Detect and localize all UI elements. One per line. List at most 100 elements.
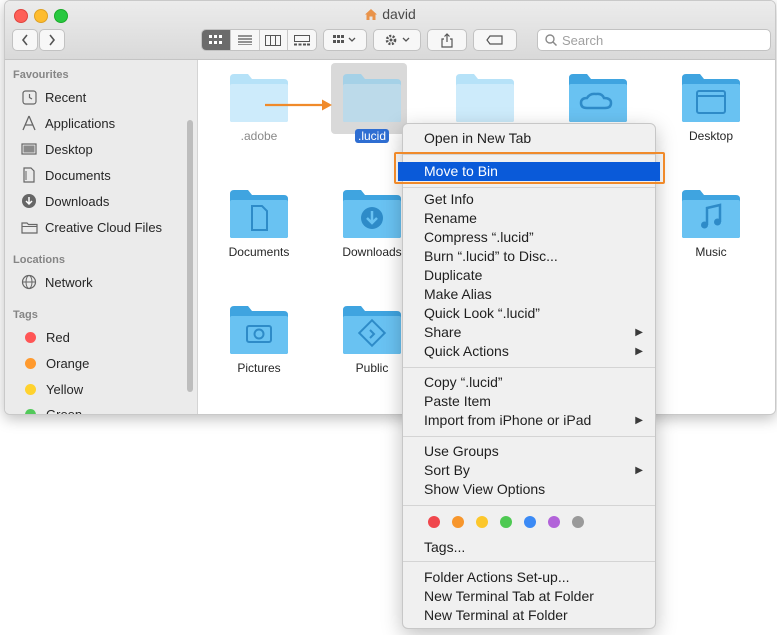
tag-dot-green [25,408,36,414]
menu-item-tags[interactable]: Tags... [403,538,655,557]
sidebar-item-network[interactable]: Network [19,272,93,292]
sidebar-item-applications[interactable]: Applications [19,113,115,133]
view-mode-segmented-control [201,29,317,51]
sidebar-item-label: Desktop [45,141,93,157]
submenu-arrow-icon: ▶ [635,327,643,338]
gallery-view-button[interactable] [288,30,316,50]
context-menu: Open in New Tab Move to Bin Get Info Ren… [398,123,660,629]
sidebar-item-tag-red[interactable]: Red [19,327,70,347]
sidebar-item-label: Green [46,406,83,415]
downloads-folder-icon [343,190,401,238]
gallery-icon [294,34,311,45]
menu-item-copy[interactable]: Copy “.lucid” [403,373,655,392]
sidebar-item-tag-green[interactable]: Green [19,404,83,415]
folder-icon [343,74,401,122]
menu-item-compress[interactable]: Compress “.lucid” [403,228,655,247]
search-placeholder: Search [562,33,604,48]
sidebar-item-label: Creative Cloud Files [45,219,163,235]
sidebar-item-documents[interactable]: Documents [19,165,111,185]
sidebar-item-tag-orange[interactable]: Orange [19,353,89,373]
menu-item-label: Quick Actions [424,343,509,359]
columns-icon [265,34,282,46]
globe-icon [19,274,39,290]
menu-item-folder-actions-setup[interactable]: Folder Actions Set-up... [403,568,655,587]
search-field[interactable]: Search [537,29,771,51]
downloads-icon [19,193,39,209]
icon-view-button[interactable] [202,30,231,50]
sidebar-item-desktop[interactable]: Desktop [19,139,93,159]
menu-separator [403,561,655,562]
sidebar-item-label: Network [45,274,93,290]
tag-color-dot[interactable] [500,516,512,528]
sidebar-heading-favourites: Favourites [13,69,69,81]
share-icon [441,32,453,48]
menu-item-quick-actions[interactable]: Quick Actions ▶ [403,342,655,361]
file-item[interactable]: Pictures [214,304,304,375]
sidebar-item-downloads[interactable]: Downloads [19,191,109,211]
menu-item-import-from-iphone[interactable]: Import from iPhone or iPad ▶ [403,411,655,430]
list-icon [237,35,252,45]
menu-separator [403,436,655,437]
tag-dot-yellow [25,383,36,395]
sidebar-item-creative-cloud-files[interactable]: Creative Cloud Files [19,217,162,237]
submenu-arrow-icon: ▶ [635,346,643,357]
menu-item-burn[interactable]: Burn “.lucid” to Disc... [403,247,655,266]
menu-item-quick-look[interactable]: Quick Look “.lucid” [403,304,655,323]
sidebar-item-label: Applications [45,115,116,131]
menu-item-rename[interactable]: Rename [403,209,655,228]
desktop-icon [19,141,39,157]
menu-item-new-terminal-tab[interactable]: New Terminal Tab at Folder [403,587,655,606]
tag-color-dot[interactable] [524,516,536,528]
gear-icon [385,34,410,46]
tag-color-dot[interactable] [548,516,560,528]
tags-button[interactable] [473,29,517,51]
menu-item-sort-by[interactable]: Sort By ▶ [403,461,655,480]
share-button[interactable] [427,29,467,51]
file-label: Desktop [688,129,734,143]
tag-color-dot[interactable] [428,516,440,528]
menu-item-show-view-options[interactable]: Show View Options [403,480,655,499]
submenu-arrow-icon: ▶ [635,465,643,476]
forward-button[interactable] [39,29,65,51]
file-item[interactable]: Documents [214,188,304,259]
tag-color-dot[interactable] [572,516,584,528]
back-button[interactable] [12,29,38,51]
group-by-button[interactable] [323,29,367,51]
action-button[interactable] [373,29,421,51]
menu-item-new-terminal[interactable]: New Terminal at Folder [403,606,655,625]
file-label: Documents [228,245,290,259]
grid-icon [208,35,222,44]
menu-item-get-info[interactable]: Get Info [403,190,655,209]
menu-separator [403,505,655,506]
folder-icon [456,74,514,122]
menu-item-open-in-new-tab[interactable]: Open in New Tab [403,129,655,148]
file-item[interactable] [440,72,530,129]
title-bar: david Search [5,1,775,60]
annotation-arrow-icon [265,99,332,111]
tag-color-dot[interactable] [452,516,464,528]
menu-item-paste-item[interactable]: Paste Item [403,392,655,411]
clock-icon [19,89,39,105]
file-label: .lucid [354,129,389,143]
file-item[interactable] [553,72,643,129]
menu-item-duplicate[interactable]: Duplicate [403,266,655,285]
sidebar-scrollbar[interactable] [187,120,193,392]
sidebar-item-tag-yellow[interactable]: Yellow [19,379,83,399]
sidebar-item-recent[interactable]: Recent [19,87,86,107]
tag-color-dot[interactable] [476,516,488,528]
menu-item-use-groups[interactable]: Use Groups [403,442,655,461]
sidebar-item-label: Downloads [45,193,110,209]
music-folder-icon [682,190,740,238]
search-icon [545,34,557,46]
list-view-button[interactable] [230,30,260,50]
file-item[interactable]: Music [666,188,756,259]
sidebar-item-label: Orange [46,355,90,371]
column-view-button[interactable] [259,30,289,50]
menu-item-make-alias[interactable]: Make Alias [403,285,655,304]
submenu-arrow-icon: ▶ [635,415,643,426]
file-item[interactable]: Desktop [666,72,756,143]
menu-separator [403,187,655,188]
chevron-right-icon [49,34,56,46]
menu-item-share[interactable]: Share ▶ [403,323,655,342]
menu-separator [403,367,655,368]
